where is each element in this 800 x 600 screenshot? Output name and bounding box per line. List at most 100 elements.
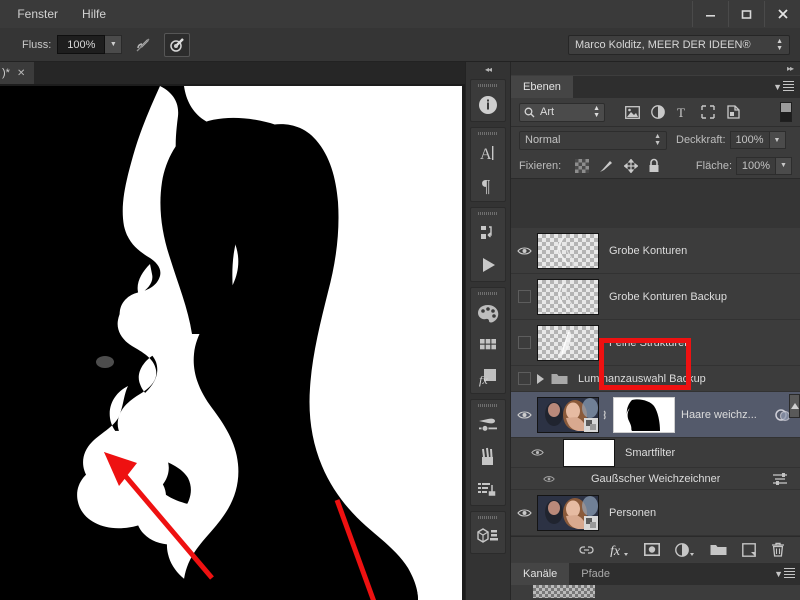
- layer-name[interactable]: Smartfilter: [625, 447, 675, 459]
- layer-thumbnail[interactable]: [537, 494, 599, 531]
- layer-name[interactable]: Haare weichz...: [681, 409, 757, 421]
- minimize-button[interactable]: [692, 1, 728, 27]
- adjustment-layer-icon[interactable]: [675, 542, 695, 557]
- flow-dropdown-arrow[interactable]: ▼: [105, 35, 123, 54]
- link-layers-icon[interactable]: [579, 544, 594, 556]
- smartobject-filter-icon[interactable]: [726, 105, 741, 119]
- tab-ebenen[interactable]: Ebenen: [511, 76, 573, 98]
- layer-visibility-toggle[interactable]: [511, 290, 537, 303]
- layer-name[interactable]: Grobe Konturen: [609, 245, 687, 257]
- panel-collapse-icon[interactable]: ▸▸: [511, 62, 800, 75]
- airbrush-off-icon[interactable]: [130, 33, 156, 57]
- layer-visibility-toggle[interactable]: [511, 410, 537, 420]
- dock-collapse-icon[interactable]: ◂◂: [466, 62, 510, 76]
- tab-kanaele[interactable]: Kanäle: [511, 563, 570, 585]
- drag-grip[interactable]: [471, 210, 505, 217]
- character-icon[interactable]: A: [471, 137, 505, 169]
- table-row[interactable]: Luminanzauswahl Backup: [511, 366, 800, 392]
- document-preset-dropdown[interactable]: Marco Kolditz, MEER DER IDEEN® ▲ ▼: [568, 35, 790, 55]
- layer-name[interactable]: Luminanzauswahl Backup: [578, 373, 706, 385]
- chevron-up-icon: [790, 403, 799, 409]
- info-icon[interactable]: [471, 89, 505, 121]
- table-row[interactable]: Feine Strukturen: [511, 320, 800, 366]
- lock-transparency-icon[interactable]: [575, 158, 590, 173]
- link-mask-icon[interactable]: [601, 408, 611, 422]
- add-mask-icon[interactable]: [644, 543, 660, 556]
- menu-item-fenster[interactable]: Fenster: [5, 0, 70, 28]
- table-row[interactable]: Smartfilter: [511, 438, 800, 468]
- layer-styles-fx-icon[interactable]: fx: [471, 361, 505, 393]
- layer-visibility-toggle[interactable]: [511, 448, 563, 457]
- play-icon[interactable]: [471, 249, 505, 281]
- layer-thumbnail[interactable]: [537, 278, 599, 315]
- layer-mask-thumbnail[interactable]: [613, 396, 675, 433]
- delete-layer-icon[interactable]: [771, 542, 785, 557]
- airbrush-on-icon[interactable]: [164, 32, 191, 57]
- opacity-dropdown-arrow[interactable]: ▼: [769, 131, 786, 149]
- swatches-icon[interactable]: [471, 329, 505, 361]
- table-row[interactable]: Grobe Konturen: [511, 228, 800, 274]
- layer-name[interactable]: Feine Strukturen: [609, 337, 690, 349]
- layer-list-scrollbar[interactable]: [789, 394, 800, 418]
- document-canvas[interactable]: [0, 86, 462, 600]
- layer-thumbnail[interactable]: [537, 232, 599, 269]
- table-row[interactable]: Grobe Konturen Backup: [511, 274, 800, 320]
- layer-name[interactable]: Gaußscher Weichzeichner: [591, 473, 720, 485]
- paragraph-icon[interactable]: ¶: [471, 169, 505, 201]
- lock-image-brush-icon[interactable]: [599, 159, 614, 173]
- flow-input[interactable]: 100%: [57, 35, 106, 54]
- clone-source-icon[interactable]: [471, 473, 505, 505]
- brush-settings-icon[interactable]: [471, 409, 505, 441]
- close-icon[interactable]: ✕: [17, 68, 25, 79]
- table-row[interactable]: Gaußscher Weichzeichner: [511, 468, 800, 490]
- drag-grip[interactable]: [471, 402, 505, 409]
- actions-icon[interactable]: [471, 217, 505, 249]
- fill-dropdown-arrow[interactable]: ▼: [776, 156, 792, 175]
- panel-footer-tabs: Kanäle Pfade ▼: [511, 562, 800, 600]
- new-group-icon[interactable]: [710, 543, 727, 556]
- tab-pfade[interactable]: Pfade: [569, 563, 623, 585]
- close-button[interactable]: [764, 1, 800, 27]
- drag-grip[interactable]: [471, 130, 505, 137]
- layer-name[interactable]: Grobe Konturen Backup: [609, 291, 727, 303]
- drag-grip[interactable]: [471, 290, 505, 297]
- panel-menu-button[interactable]: ▼: [773, 81, 794, 93]
- lock-all-icon[interactable]: [648, 158, 660, 173]
- disclosure-triangle-icon[interactable]: [537, 373, 544, 384]
- filter-kind-select[interactable]: Art ▲ ▼: [519, 102, 605, 122]
- pixel-filter-icon[interactable]: [625, 105, 640, 119]
- table-row[interactable]: Personen: [511, 490, 800, 536]
- smart-filter-mask-thumbnail[interactable]: [563, 438, 615, 467]
- lock-position-icon[interactable]: [624, 158, 639, 173]
- maximize-button[interactable]: [728, 1, 764, 27]
- brush-presets-icon[interactable]: [471, 441, 505, 473]
- layer-thumbnail[interactable]: [537, 396, 599, 433]
- three-d-icon[interactable]: [471, 521, 505, 553]
- canvas-area[interactable]: [0, 84, 465, 600]
- layer-thumbnail[interactable]: [537, 324, 599, 361]
- filter-enable-toggle[interactable]: [780, 102, 792, 122]
- document-tab[interactable]: )* ✕: [0, 62, 34, 84]
- menu-item-hilfe[interactable]: Hilfe: [70, 0, 118, 28]
- fill-input[interactable]: 100%: [736, 156, 776, 175]
- adjustment-filter-icon[interactable]: [651, 105, 665, 119]
- layer-visibility-toggle[interactable]: [511, 372, 537, 385]
- layer-visibility-toggle[interactable]: [511, 246, 537, 256]
- type-filter-icon[interactable]: T: [676, 105, 690, 119]
- shape-filter-icon[interactable]: [701, 105, 715, 119]
- layer-styles-fx-icon[interactable]: fx: [609, 542, 629, 557]
- layer-name[interactable]: Personen: [609, 507, 656, 519]
- layer-visibility-toggle[interactable]: [511, 475, 587, 483]
- drag-grip[interactable]: [471, 82, 505, 89]
- blend-mode-select[interactable]: Normal ▲ ▼: [519, 130, 667, 150]
- filter-options-icon[interactable]: [771, 472, 789, 486]
- drag-grip[interactable]: [471, 514, 505, 521]
- opacity-input[interactable]: 100%: [729, 131, 770, 149]
- layer-visibility-toggle[interactable]: [511, 336, 537, 349]
- color-palette-icon[interactable]: [471, 297, 505, 329]
- layer-visibility-toggle[interactable]: [511, 508, 537, 518]
- channels-preview-strip[interactable]: [511, 585, 800, 600]
- footer-panel-menu-button[interactable]: ▼: [774, 568, 795, 580]
- new-layer-icon[interactable]: [742, 542, 756, 557]
- table-row[interactable]: Haare weichz...: [511, 392, 800, 438]
